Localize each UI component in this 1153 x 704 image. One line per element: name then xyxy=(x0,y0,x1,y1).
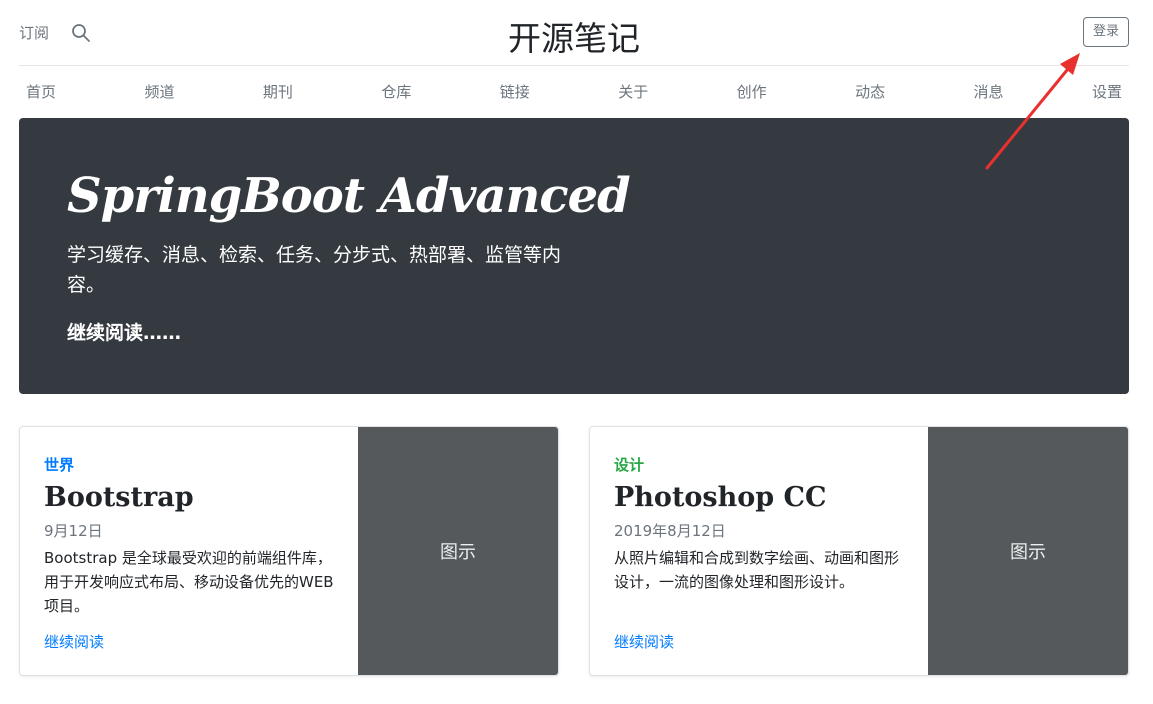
article-card: 世界 Bootstrap 9月12日 Bootstrap 是全球最受欢迎的前端组… xyxy=(19,426,559,676)
card-title: Bootstrap xyxy=(44,482,194,513)
card-date: 9月12日 xyxy=(44,522,103,540)
nav-item-journal[interactable]: 期刊 xyxy=(263,81,293,102)
card-thumbnail-placeholder: 图示 xyxy=(928,427,1128,675)
card-text: Bootstrap 是全球最受欢迎的前端组件库，用于开发响应式布局、移动设备优先… xyxy=(44,549,334,615)
hero-lead: 学习缓存、消息、检索、任务、分步式、热部署、监管等内容。 xyxy=(67,244,562,296)
nav-item-messages[interactable]: 消息 xyxy=(974,81,1004,102)
nav-item-create[interactable]: 创作 xyxy=(737,81,767,102)
hero-read-more-link[interactable]: 继续阅读…… xyxy=(67,318,181,345)
site-title[interactable]: 开源笔记 xyxy=(19,12,1129,60)
card-date: 2019年8月12日 xyxy=(614,522,726,540)
nav-item-links[interactable]: 链接 xyxy=(500,81,530,102)
hero-banner: SpringBoot Advanced 学习缓存、消息、检索、任务、分步式、热部… xyxy=(19,118,1129,394)
hero-title: SpringBoot Advanced xyxy=(67,168,631,224)
card-category: 世界 xyxy=(44,456,75,474)
card-body: 设计 Photoshop CC 2019年8月12日 从照片编辑和合成到数字绘画… xyxy=(614,427,914,675)
article-card: 设计 Photoshop CC 2019年8月12日 从照片编辑和合成到数字绘画… xyxy=(589,426,1129,676)
card-category: 设计 xyxy=(614,456,645,474)
nav-item-home[interactable]: 首页 xyxy=(26,81,56,102)
nav-item-settings[interactable]: 设置 xyxy=(1092,81,1122,102)
card-title: Photoshop CC xyxy=(614,482,827,513)
site-header: 订阅 开源笔记 登录 xyxy=(19,0,1129,66)
card-body: 世界 Bootstrap 9月12日 Bootstrap 是全球最受欢迎的前端组… xyxy=(44,427,344,675)
main-nav: 首页 频道 期刊 仓库 链接 关于 创作 动态 消息 设置 xyxy=(19,66,1129,116)
card-read-more-link[interactable]: 继续阅读 xyxy=(44,631,104,652)
nav-item-channel[interactable]: 频道 xyxy=(144,81,174,102)
card-thumbnail-placeholder: 图示 xyxy=(358,427,558,675)
nav-item-repository[interactable]: 仓库 xyxy=(381,81,411,102)
nav-item-activity[interactable]: 动态 xyxy=(855,81,885,102)
login-button[interactable]: 登录 xyxy=(1082,17,1129,47)
nav-item-about[interactable]: 关于 xyxy=(618,81,648,102)
card-read-more-link[interactable]: 继续阅读 xyxy=(614,631,674,652)
card-text: 从照片编辑和合成到数字绘画、动画和图形设计，一流的图像处理和图形设计。 xyxy=(614,549,900,591)
